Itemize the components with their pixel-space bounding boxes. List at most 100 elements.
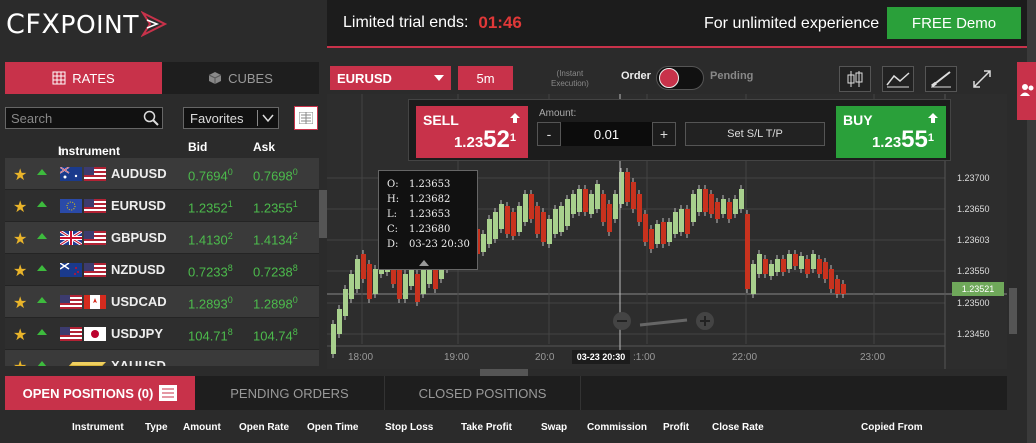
list-view-button[interactable] [294, 106, 318, 130]
favorites-value: Favorites [190, 110, 244, 126]
social-tab[interactable] [1017, 62, 1036, 120]
position-col-header[interactable]: Profit [663, 422, 689, 433]
rate-row[interactable]: ★ NZDUSD 0.72338 0.72388 [5, 254, 319, 286]
position-col-header[interactable]: Instrument [72, 422, 124, 433]
favorite-star-icon[interactable]: ★ [13, 261, 27, 281]
rate-bid[interactable]: 0.72338 [188, 263, 233, 279]
position-col-header[interactable]: Close Rate [712, 422, 764, 433]
search-icon[interactable] [143, 110, 159, 126]
tab-closed-positions[interactable]: CLOSED POSITIONS [385, 376, 581, 410]
candle-body [655, 224, 660, 244]
tab-rates[interactable]: RATES [5, 62, 162, 94]
search-input[interactable]: Search [5, 107, 163, 129]
line-chart-icon [886, 72, 910, 88]
caret-down-icon [434, 75, 444, 81]
position-col-header[interactable]: Take Profit [461, 422, 512, 433]
tab-cubes[interactable]: CUBES [162, 62, 319, 94]
position-col-header[interactable]: Amount [183, 422, 221, 433]
col-ask[interactable]: Ask [253, 140, 275, 154]
trial-banner: Limited trial ends: 01:46 For unlimited … [327, 0, 1027, 48]
rate-row[interactable]: ★ EURUSD 1.23521 1.23551 [5, 190, 319, 222]
expand-icon [973, 70, 991, 88]
position-col-header[interactable]: Open Rate [239, 422, 289, 433]
candle-body [781, 259, 786, 272]
rate-bid[interactable]: 1.41302 [188, 231, 233, 247]
position-col-header[interactable]: Copied From [861, 422, 923, 433]
favorites-select[interactable]: Favorites [183, 107, 279, 129]
candle-body [697, 189, 702, 212]
trial-countdown: 01:46 [478, 13, 522, 32]
position-col-header[interactable]: Commission [587, 422, 647, 433]
tab-open-positions[interactable]: OPEN POSITIONS (0) [5, 376, 195, 410]
position-col-header[interactable]: Stop Loss [385, 422, 433, 433]
candlestick-chart-button[interactable] [839, 66, 871, 92]
favorite-star-icon[interactable]: ★ [13, 165, 27, 185]
candle-body [823, 262, 828, 279]
favorite-star-icon[interactable]: ★ [13, 197, 27, 217]
rate-ask[interactable]: 1.23551 [253, 199, 298, 215]
symbol-select[interactable]: EURUSD [330, 66, 451, 90]
rate-row[interactable]: ★ GBPUSD 1.41302 1.41342 [5, 222, 319, 254]
au-flag-icon [60, 167, 82, 181]
rate-row[interactable]: ★ USDJPY 104.718 104.748 [5, 318, 319, 350]
amount-input[interactable]: 0.01 [561, 122, 652, 146]
expand-button[interactable] [971, 68, 993, 90]
chevron-down-icon [262, 114, 274, 123]
tooltip-collapse-icon[interactable] [419, 260, 429, 266]
candle-body [793, 254, 798, 266]
position-col-header[interactable]: Open Time [307, 422, 359, 433]
candle-body [661, 222, 666, 244]
tab-pending-orders[interactable]: PENDING ORDERS [195, 376, 385, 410]
candle-body [553, 209, 558, 234]
candle-body [577, 189, 582, 212]
rate-row[interactable]: ★ XAUUSD [5, 350, 319, 366]
y-tick-label: 1.23500 [957, 298, 990, 308]
free-demo-button[interactable]: FREE Demo [887, 7, 1021, 39]
zoom-in-icon[interactable] [696, 312, 714, 330]
zoom-slider[interactable] [639, 318, 688, 327]
rate-row[interactable]: ★ AUDUSD 0.76940 0.76980 [5, 158, 319, 190]
drawing-tool-button[interactable] [925, 66, 957, 92]
line-chart-button[interactable] [882, 66, 914, 92]
rate-bid[interactable]: 104.718 [188, 327, 233, 343]
buy-button[interactable]: BUY 1.23551 [836, 106, 946, 158]
bottom-collapse-handle[interactable] [480, 369, 528, 376]
favorite-star-icon[interactable]: ★ [13, 293, 27, 313]
candle-body [373, 269, 378, 294]
positions-column-headers: Instrument Type Amount Open Rate Open Time St… [5, 414, 1007, 443]
candle-body [403, 274, 408, 299]
y-tick-label: 1.23650 [957, 204, 990, 214]
logo: CFXPOINT [0, 0, 327, 48]
amount-increase-button[interactable]: + [652, 122, 676, 146]
rate-row[interactable]: ★ USDCAD 1.28930 1.28980 [5, 286, 319, 318]
position-col-header[interactable]: Swap [541, 422, 567, 433]
trend-up-icon [37, 233, 47, 239]
candle-body [709, 194, 714, 214]
rate-ask[interactable]: 0.76980 [253, 167, 298, 183]
zoom-out-icon[interactable] [613, 312, 631, 330]
rate-ask[interactable]: 1.41342 [253, 231, 298, 247]
rate-ask[interactable]: 0.72388 [253, 263, 298, 279]
favorite-star-icon[interactable]: ★ [13, 357, 27, 366]
favorite-star-icon[interactable]: ★ [13, 229, 27, 249]
chart-side-grip[interactable] [1009, 288, 1017, 334]
rate-bid[interactable]: 1.23521 [188, 199, 233, 215]
rate-ask[interactable]: 104.748 [253, 327, 298, 343]
col-bid[interactable]: Bid [188, 140, 207, 154]
position-col-header[interactable]: Type [145, 422, 168, 433]
amount-decrease-button[interactable]: - [537, 122, 561, 146]
rate-bid[interactable]: 0.76940 [188, 167, 233, 183]
chart-toolbar: EURUSD 5m (Instant Execution) Order Pendi… [327, 62, 1007, 94]
candle-body [757, 254, 762, 274]
set-sl-tp-button[interactable]: Set S/L T/P [685, 122, 825, 146]
tab-rates-label: RATES [72, 70, 115, 86]
candle-body [643, 214, 648, 242]
timeframe-button[interactable]: 5m [458, 66, 513, 90]
panel-scroll-handle[interactable] [319, 190, 327, 238]
favorite-star-icon[interactable]: ★ [13, 325, 27, 345]
rate-ask[interactable]: 1.28980 [253, 295, 298, 311]
rate-bid[interactable]: 1.28930 [188, 295, 233, 311]
sell-button[interactable]: SELL 1.23521 [416, 106, 528, 158]
order-pending-toggle[interactable] [656, 66, 704, 90]
candlestick-icon [847, 71, 863, 87]
